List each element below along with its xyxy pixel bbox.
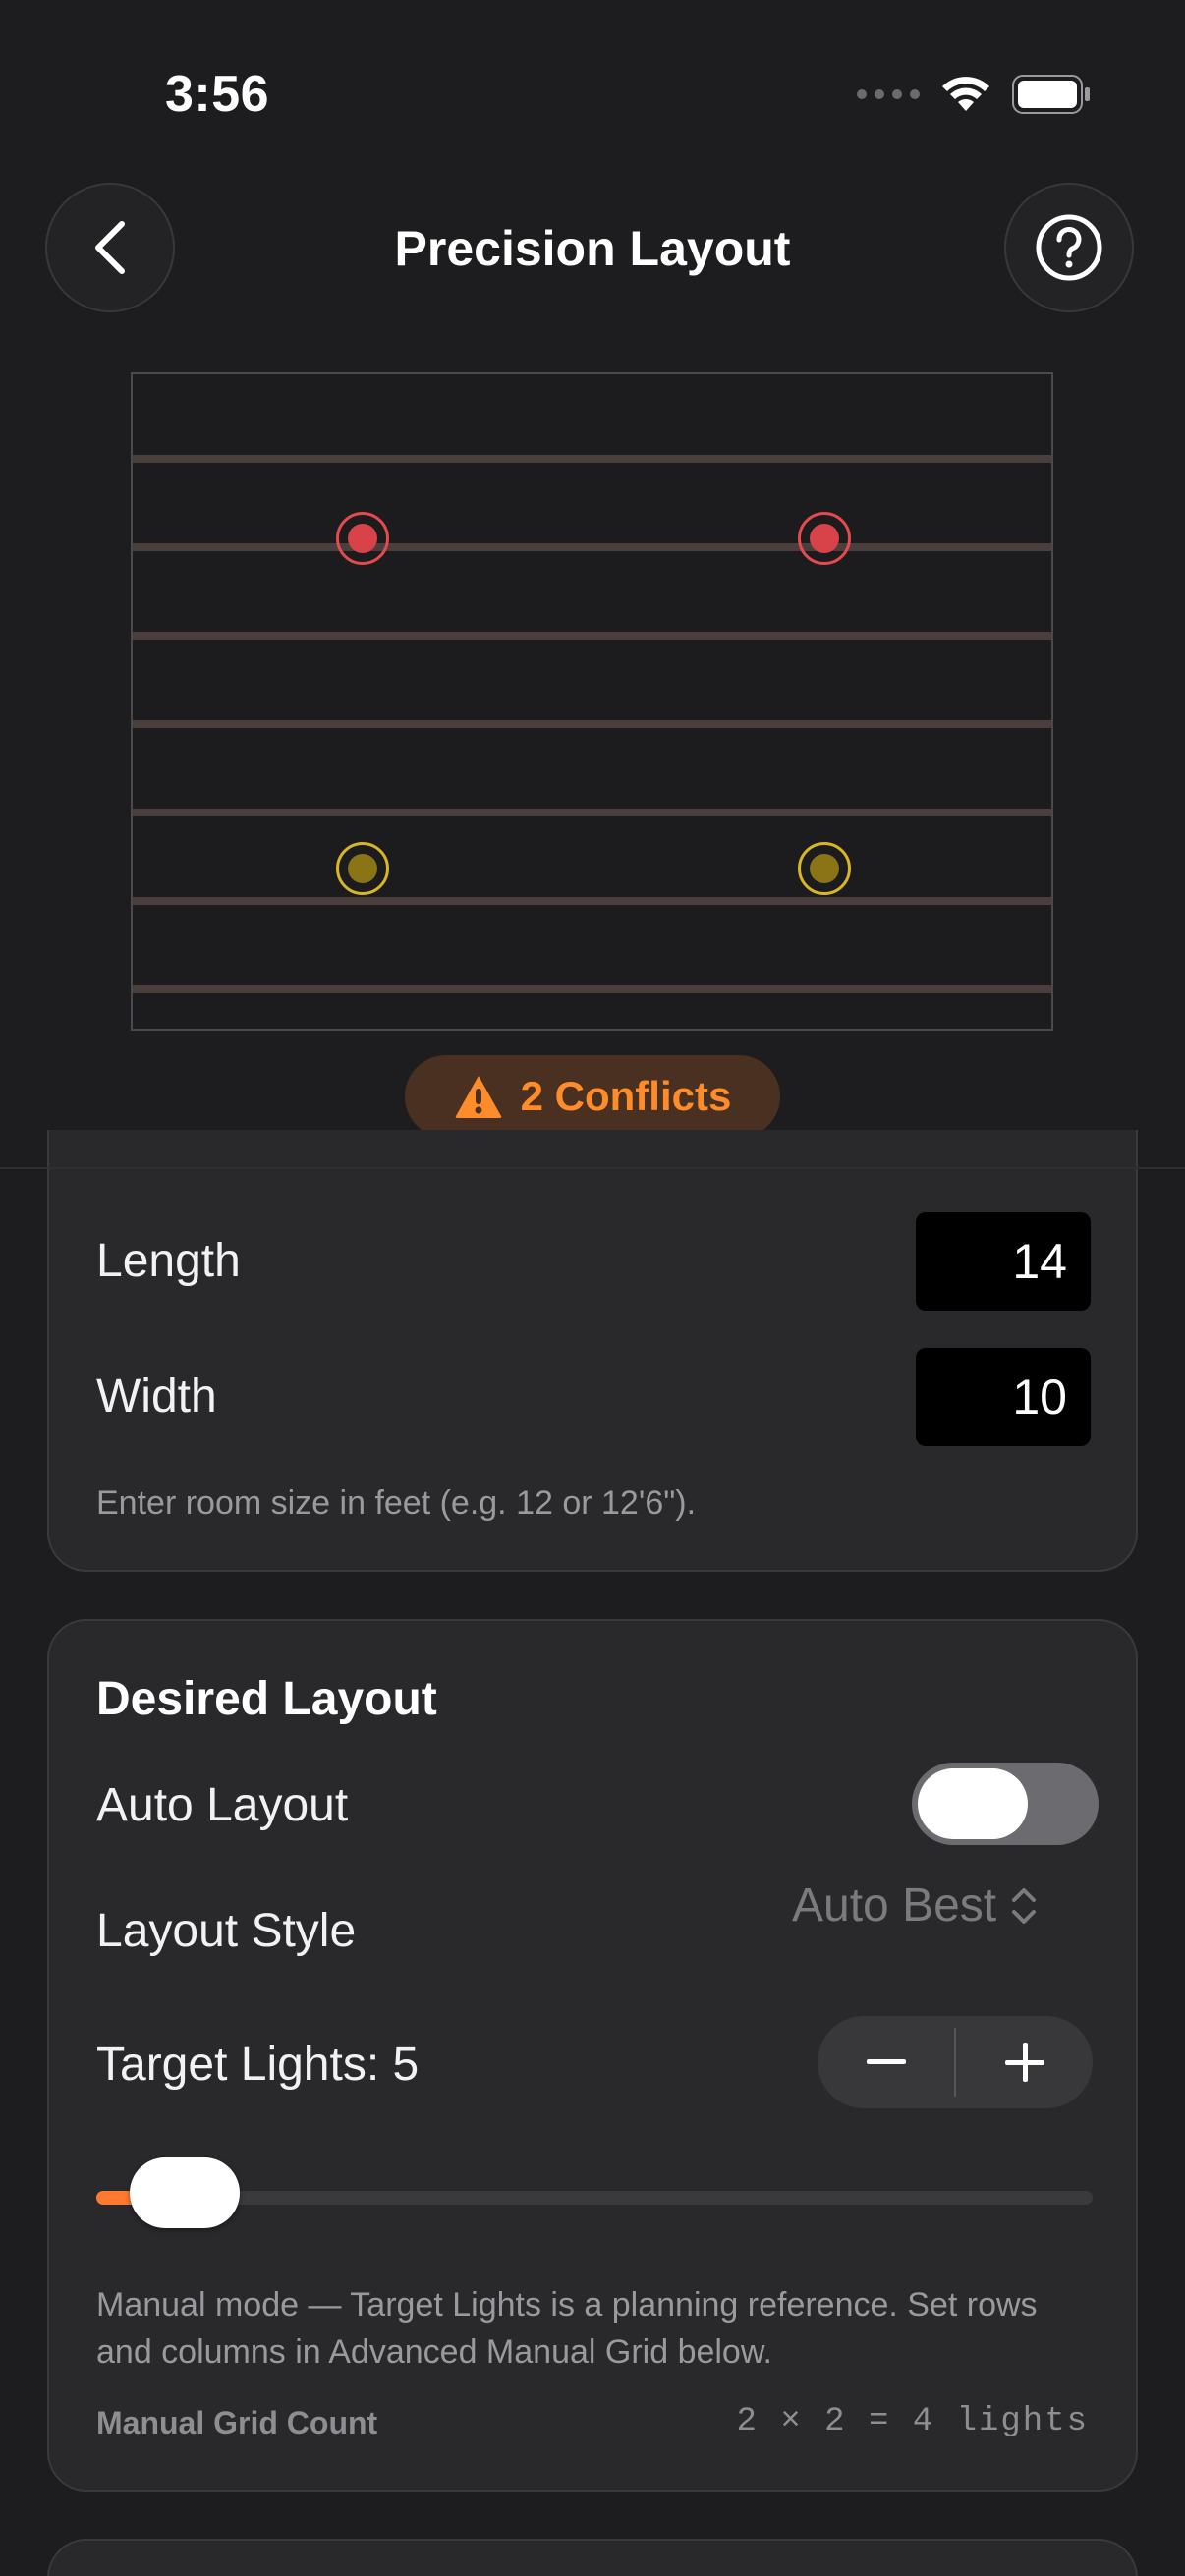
- target-lights-stepper: [818, 2016, 1093, 2108]
- toggle-knob: [918, 1768, 1028, 1839]
- wifi-icon: [942, 77, 989, 111]
- light-conflict-marker[interactable]: [336, 512, 389, 565]
- ceiling-joist: [133, 543, 1051, 551]
- room-size-hint: Enter room size in feet (e.g. 12 or 12'6…: [96, 1484, 697, 1522]
- auto-layout-toggle[interactable]: [912, 1763, 1099, 1845]
- status-bar: 3:56: [0, 0, 1185, 157]
- conflicts-badge[interactable]: 2 Conflicts: [405, 1055, 780, 1138]
- minus-icon: [866, 2059, 906, 2064]
- manual-grid-count-label: Manual Grid Count: [96, 2405, 378, 2440]
- ceiling-joist: [133, 985, 1051, 993]
- ceiling-joist: [133, 720, 1051, 728]
- question-circle-icon: [1036, 214, 1102, 281]
- manual-grid-count-value: 2 × 2 = 4 lights: [736, 2403, 1089, 2440]
- header-divider: [0, 1167, 1185, 1169]
- width-input[interactable]: 10: [916, 1348, 1091, 1446]
- ceiling-joist: [133, 809, 1051, 816]
- help-button[interactable]: [1004, 183, 1134, 312]
- light-marker[interactable]: [336, 842, 389, 895]
- target-lights-slider[interactable]: [96, 2191, 1093, 2205]
- battery-icon: [1012, 75, 1090, 114]
- ceiling-joist: [133, 455, 1051, 463]
- ceiling-joist: [133, 897, 1051, 905]
- ceiling-joist: [133, 632, 1051, 640]
- increment-button[interactable]: [956, 2016, 1093, 2108]
- conflicts-label: 2 Conflicts: [520, 1073, 732, 1119]
- chevron-up-down-icon: [1012, 1887, 1037, 1924]
- length-input[interactable]: 14: [916, 1212, 1091, 1311]
- width-label: Width: [96, 1371, 217, 1423]
- status-time: 3:56: [165, 66, 270, 123]
- decrement-button[interactable]: [818, 2016, 954, 2108]
- manual-mode-hint: Manual mode — Target Lights is a plannin…: [96, 2286, 1038, 2371]
- section-title: Desired Layout: [96, 1673, 437, 1725]
- nav-header: Precision Layout: [0, 177, 1185, 320]
- slider-thumb[interactable]: [130, 2157, 240, 2228]
- room-size-card: Length 14 Width 10 Enter room size in fe…: [47, 1130, 1138, 1572]
- layout-style-label: Layout Style: [96, 1905, 357, 1957]
- plus-icon: [1004, 2043, 1044, 2082]
- desired-layout-card: Desired Layout Auto Layout Layout Style …: [47, 1619, 1138, 2492]
- layout-style-picker[interactable]: Auto Best: [792, 1878, 1038, 1932]
- warning-triangle-icon: [455, 1076, 501, 1118]
- advanced-manual-grid-card: [47, 2539, 1138, 2576]
- auto-layout-label: Auto Layout: [96, 1779, 349, 1831]
- cellular-signal-icon: [857, 89, 920, 99]
- length-label: Length: [96, 1235, 241, 1287]
- status-icons: [857, 75, 1091, 114]
- light-marker[interactable]: [798, 842, 851, 895]
- room-plan-canvas[interactable]: [131, 372, 1053, 1031]
- light-conflict-marker[interactable]: [798, 512, 851, 565]
- target-lights-label: Target Lights: 5: [96, 2039, 420, 2091]
- layout-style-value: Auto Best: [792, 1879, 997, 1932]
